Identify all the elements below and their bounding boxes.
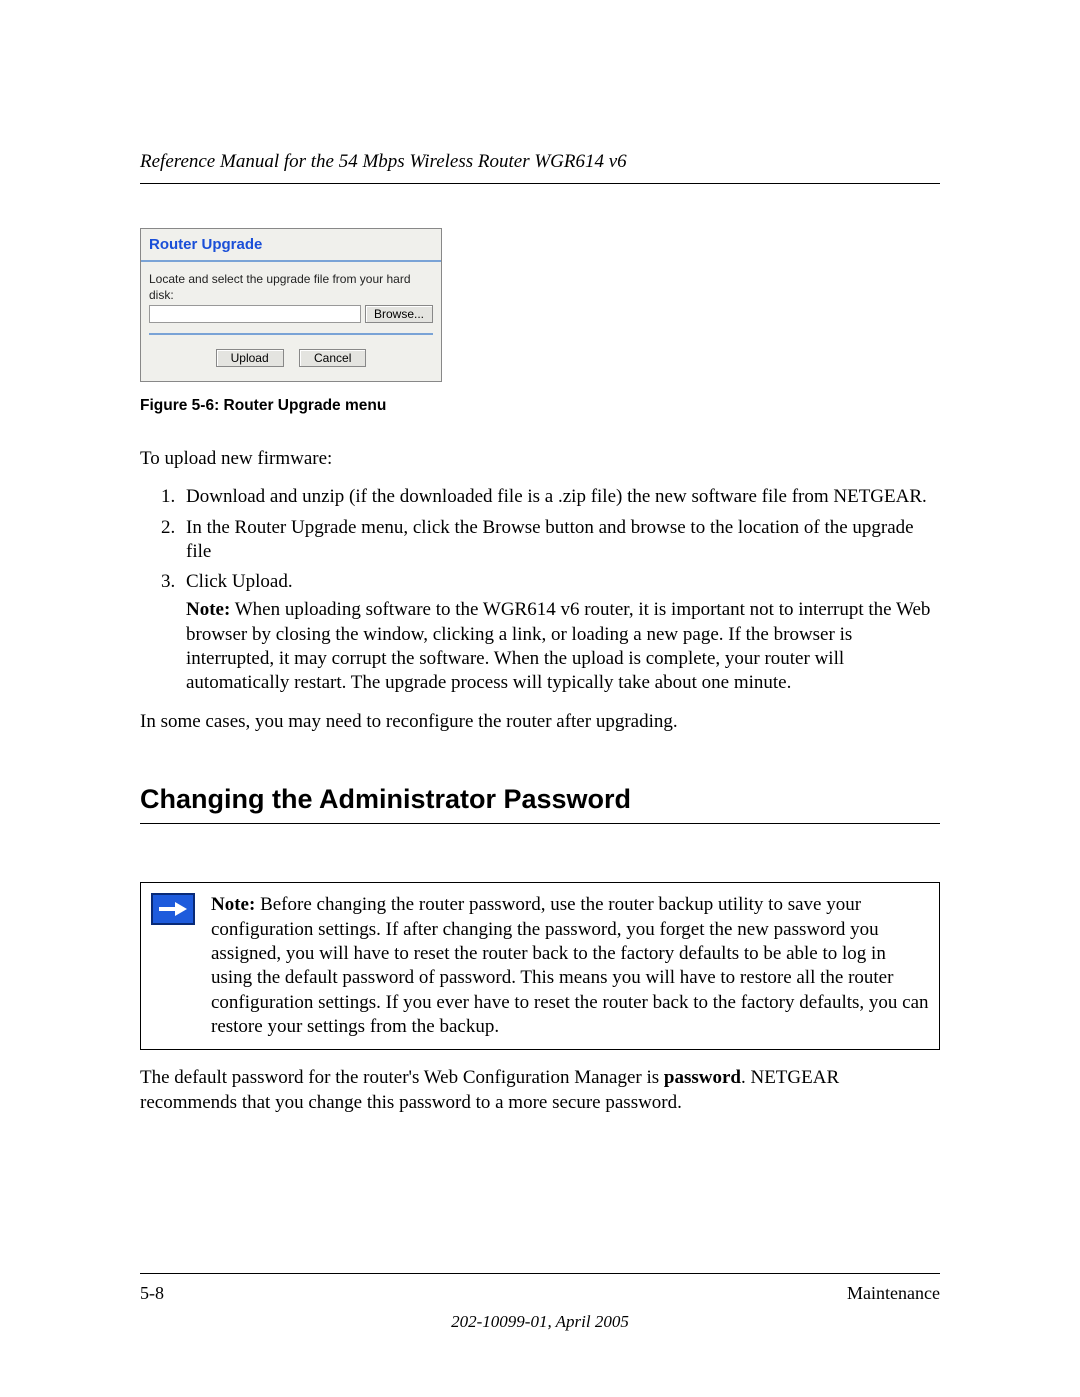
page-number: 5-8: [140, 1282, 164, 1305]
browse-button[interactable]: Browse...: [365, 305, 433, 323]
list-item: Click Upload. Note: When uploading softw…: [180, 570, 940, 696]
upload-button[interactable]: Upload: [216, 349, 284, 367]
after-note-paragraph: The default password for the router's We…: [140, 1066, 940, 1115]
note-text-cell: Note: Before changing the router passwor…: [201, 883, 940, 1050]
running-header: Reference Manual for the 54 Mbps Wireles…: [140, 150, 940, 184]
note-callout: Note: Before changing the router passwor…: [140, 882, 940, 1050]
step3-note: Note: When uploading software to the WGR…: [186, 598, 940, 695]
upgrade-file-input[interactable]: [149, 305, 361, 323]
panel-divider: [141, 260, 441, 262]
list-item: Download and unzip (if the downloaded fi…: [180, 485, 940, 509]
doc-id: 202-10099-01, April 2005: [0, 1311, 1080, 1333]
step3-text: Click Upload.: [186, 571, 293, 592]
after-note-pre: The default password for the router's We…: [140, 1067, 664, 1088]
after-note-bold: password: [664, 1067, 741, 1088]
note-label: Note:: [186, 599, 230, 620]
page-footer: 5-8 Maintenance: [140, 1273, 940, 1305]
panel-body: Locate and select the upgrade file from …: [141, 268, 441, 381]
panel-divider-2: [149, 333, 433, 335]
list-item: In the Router Upgrade menu, click the Br…: [180, 516, 940, 565]
page: Reference Manual for the 54 Mbps Wireles…: [0, 0, 1080, 1397]
note-body: When uploading software to the WGR614 v6…: [186, 599, 930, 693]
after-list-paragraph: In some cases, you may need to reconfigu…: [140, 710, 940, 735]
arrow-right-icon: [151, 893, 195, 925]
figure-caption: Figure 5-6: Router Upgrade menu: [140, 396, 940, 416]
panel-button-row: Upload Cancel: [149, 341, 433, 371]
panel-title: Router Upgrade: [141, 229, 441, 261]
cancel-button[interactable]: Cancel: [299, 349, 366, 367]
section-name: Maintenance: [847, 1282, 940, 1305]
note-body: Before changing the router password, use…: [211, 894, 929, 1037]
section-heading: Changing the Administrator Password: [140, 782, 940, 824]
file-chooser-row: Browse...: [149, 305, 433, 323]
intro-paragraph: To upload new firmware:: [140, 447, 940, 472]
note-icon-cell: [141, 883, 202, 1050]
panel-instruction: Locate and select the upgrade file from …: [149, 272, 433, 303]
note-label: Note:: [211, 894, 255, 915]
steps-list: Download and unzip (if the downloaded fi…: [140, 485, 940, 696]
router-upgrade-panel: Router Upgrade Locate and select the upg…: [140, 228, 442, 383]
